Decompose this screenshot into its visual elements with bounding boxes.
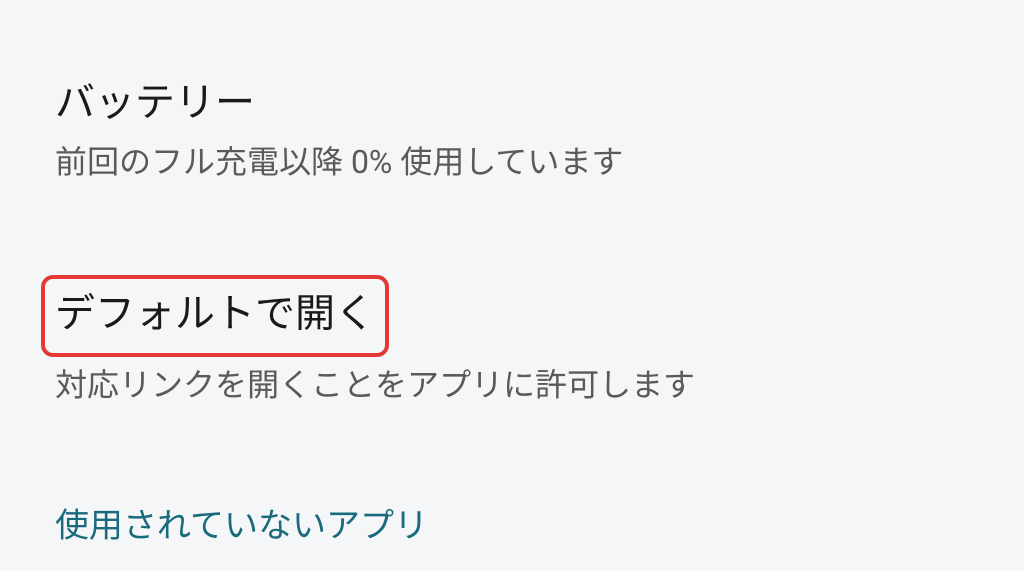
setting-item-open-default[interactable]: デフォルトで開く 対応リンクを開くことをアプリに許可します [55,275,969,408]
setting-item-unused-apps[interactable]: 使用されていないアプリ [55,498,969,547]
setting-title-open-default: デフォルトで開く [55,281,375,339]
settings-list: バッテリー 前回のフル充電以降 0% 使用しています デフォルトで開く 対応リン… [0,0,1024,547]
setting-subtitle-open-default: 対応リンクを開くことをアプリに許可します [55,363,969,408]
setting-title-battery: バッテリー [55,70,255,128]
setting-title-unused-apps: 使用されていないアプリ [55,498,969,547]
setting-item-battery[interactable]: バッテリー 前回のフル充電以降 0% 使用しています [55,70,969,185]
annotation-highlight-box: デフォルトで開く [41,275,389,357]
setting-subtitle-battery: 前回のフル充電以降 0% 使用しています [55,140,969,185]
